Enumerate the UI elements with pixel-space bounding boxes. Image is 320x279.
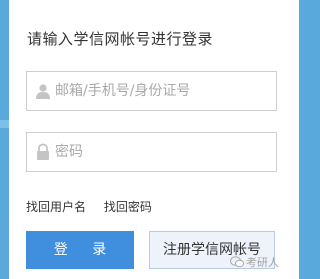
login-panel: 请输入学信网帐号进行登录 找回用户名 找回密码 登 录 注册学信网帐号 xyxy=(9,0,299,279)
login-title: 请输入学信网帐号进行登录 xyxy=(27,30,214,48)
user-icon xyxy=(34,82,52,100)
find-username-link[interactable]: 找回用户名 xyxy=(26,200,86,214)
lock-icon xyxy=(34,143,52,161)
wechat-icon xyxy=(230,255,244,271)
password-input[interactable] xyxy=(55,139,265,165)
find-password-link[interactable]: 找回密码 xyxy=(104,200,152,214)
watermark-text: 考研人 xyxy=(246,256,279,269)
login-button[interactable]: 登 录 xyxy=(26,231,134,269)
watermark: 考研人 xyxy=(230,254,279,271)
password-field[interactable] xyxy=(26,132,277,172)
username-field[interactable] xyxy=(26,71,277,111)
recovery-links: 找回用户名 找回密码 xyxy=(26,198,166,215)
username-input[interactable] xyxy=(55,78,265,104)
